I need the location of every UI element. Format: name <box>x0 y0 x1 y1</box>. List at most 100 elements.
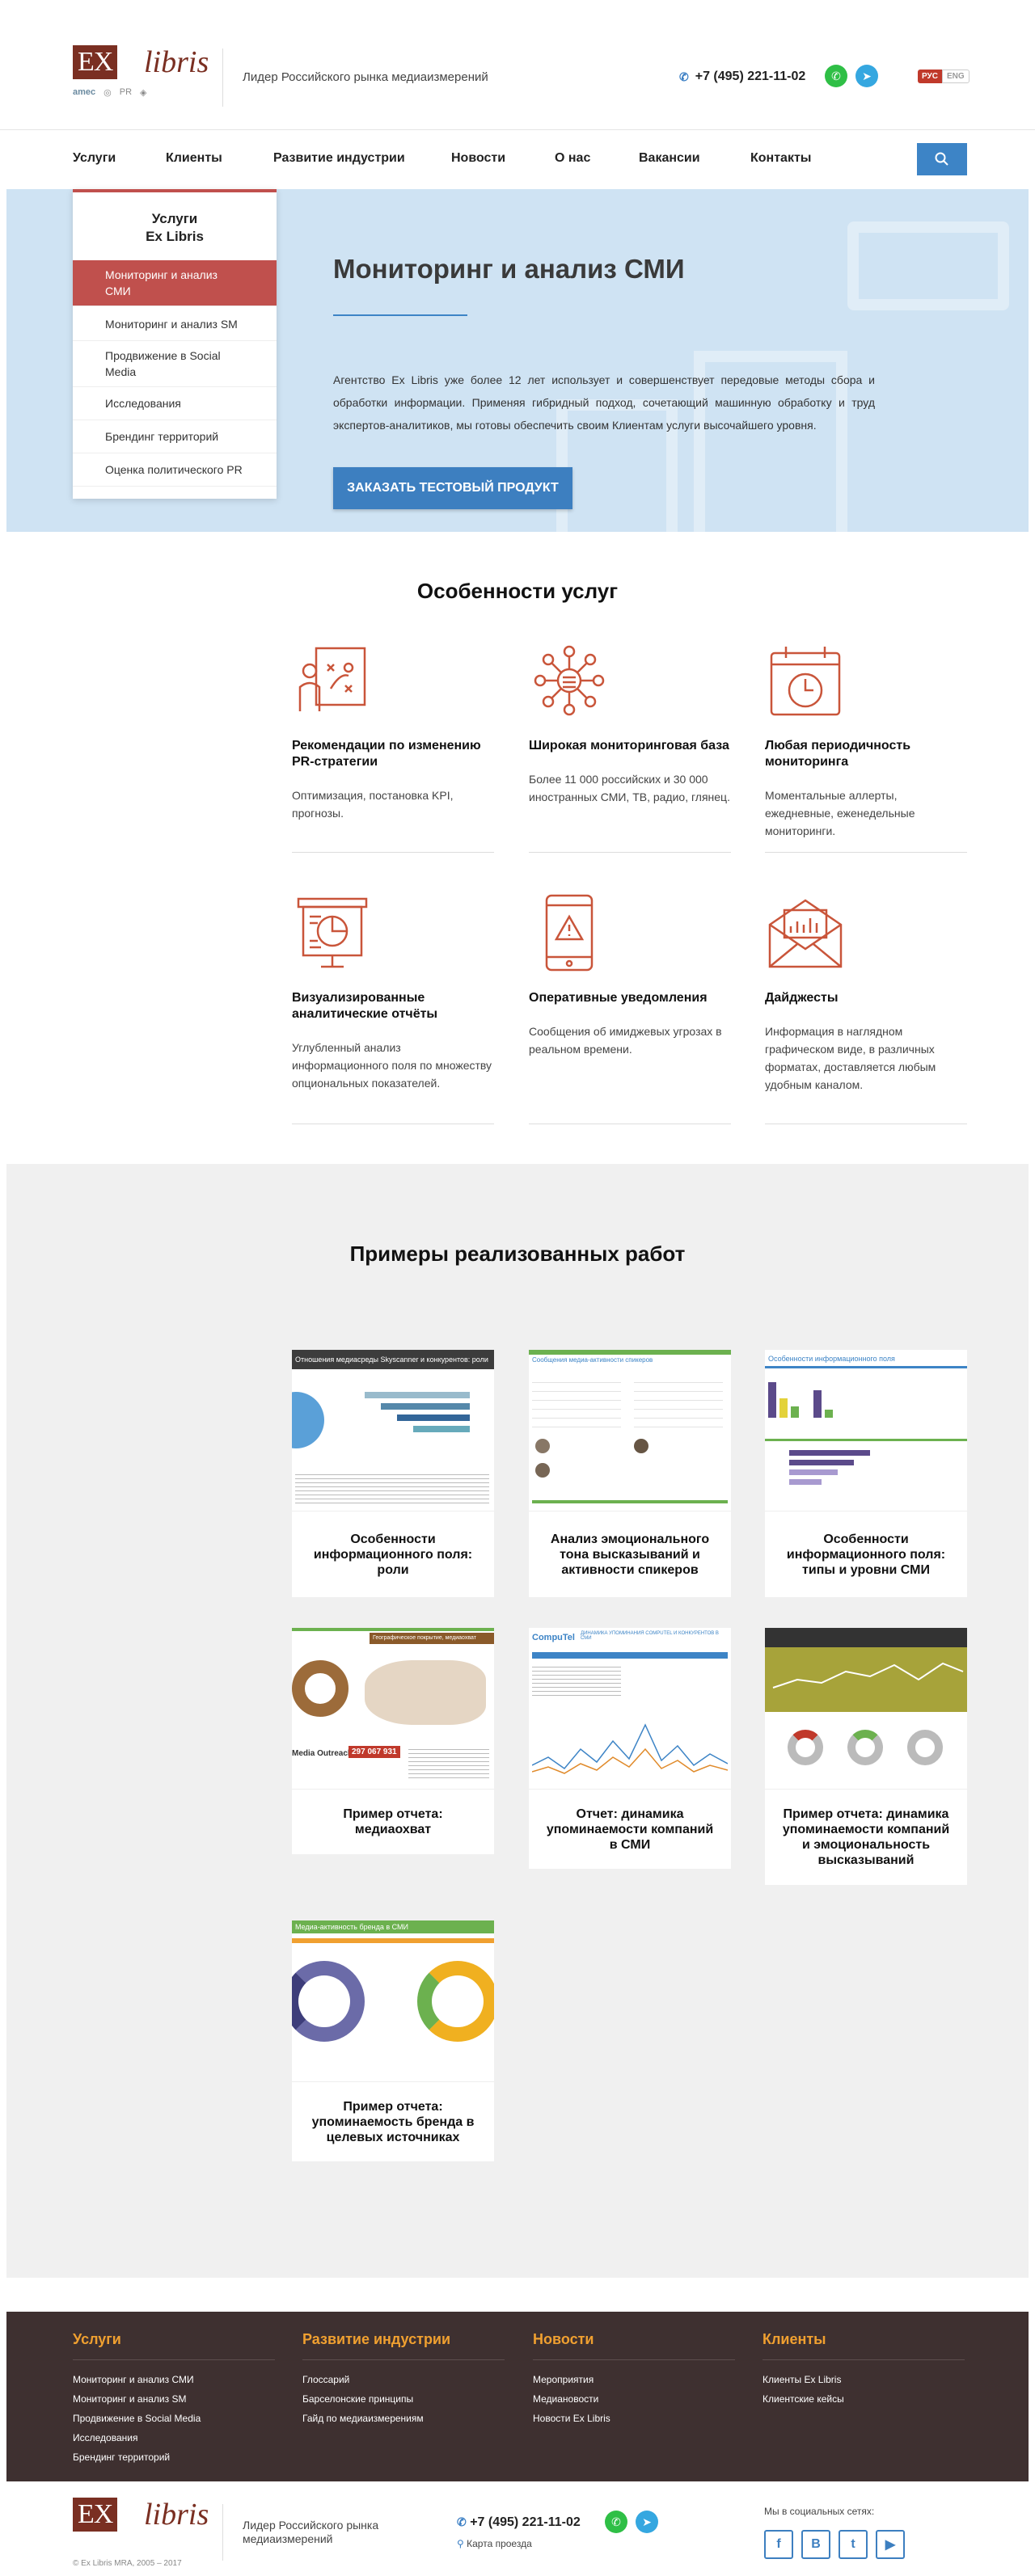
thumb-text-lines <box>532 1663 621 1696</box>
feature-title: Рекомендации по изменению PR-стратегии <box>292 739 481 769</box>
dropdown-item-branding[interactable]: Брендинг территорий <box>73 420 277 453</box>
map-label: Карта проезда <box>467 2538 532 2549</box>
work-title: Пример отчета: медиаохват <box>343 1807 443 1836</box>
thumb-header: Медиа-активность бренда в СМИ <box>292 1920 494 1933</box>
thumb-bar <box>779 1398 788 1418</box>
feature-desc: Информация в наглядном графическом виде,… <box>765 1025 936 1091</box>
thumb-brand: CompuTel <box>532 1633 575 1642</box>
nav-clients[interactable]: Клиенты <box>166 151 222 166</box>
footer-phone[interactable]: ✆ +7 (495) 221-11-02 <box>457 2515 581 2530</box>
nav-industry[interactable]: Развитие индустрии <box>273 151 405 166</box>
bottom-bar: EX libris Лидер Российского рынка медиаи… <box>0 2481 1035 2576</box>
work-card[interactable]: Отношения медиасреды Skyscanner и конкур… <box>292 1350 494 1597</box>
search-button[interactable] <box>917 143 967 175</box>
map-link[interactable]: ⚲ Карта проезда <box>457 2538 532 2549</box>
thumb-bar <box>789 1450 870 1456</box>
thumb-bar <box>789 1469 838 1475</box>
nav-services[interactable]: Услуги <box>73 151 116 166</box>
footer-col-news: Новости Мероприятия Медиановости Новости… <box>533 2331 735 2428</box>
footer-col-clients: Клиенты Клиенты Ex Libris Клиентские кей… <box>763 2331 965 2409</box>
feature-card: Широкая мониторинговая база Более 11 000… <box>529 640 731 806</box>
footer-link[interactable]: Новости Ex Libris <box>533 2409 735 2428</box>
dropdown-item-political[interactable]: Оценка политического PR <box>73 453 277 487</box>
feature-title: Визуализированные аналитические отчёты <box>292 991 438 1021</box>
header-divider <box>222 48 223 107</box>
footer-link[interactable]: Мероприятия <box>533 2370 735 2389</box>
order-test-button[interactable]: ЗАКАЗАТЬ ТЕСТОВЫЙ ПРОДУКТ <box>333 467 572 509</box>
footer-link[interactable]: Мониторинг и анализ SM <box>73 2389 275 2409</box>
footer-link[interactable]: Клиентские кейсы <box>763 2389 965 2409</box>
work-card[interactable]: Географическое покрытие, медиаохват Medi… <box>292 1628 494 1854</box>
telegram-icon[interactable]: ➤ <box>636 2511 658 2533</box>
nav-contacts[interactable]: Контакты <box>750 151 811 166</box>
feature-card: Рекомендации по изменению PR-стратегии О… <box>292 640 494 822</box>
vk-icon[interactable]: В <box>801 2530 830 2559</box>
thumb-bar <box>413 1426 470 1432</box>
work-card[interactable]: Медиа-активность бренда в СМИ Пример отч… <box>292 1920 494 2161</box>
twitter-icon[interactable]: t <box>839 2530 868 2559</box>
dropdown-item-sm[interactable]: Мониторинг и анализ SM <box>73 306 277 341</box>
works-title: Примеры реализованных работ <box>349 1242 686 1266</box>
thumb-header: ДИНАМИКА УПОМИНАНИЯ COMPUTEL И КОНКУРЕНТ… <box>581 1631 719 1641</box>
footer-link[interactable]: Барселонские принципы <box>302 2389 505 2409</box>
footer-tagline: Лидер Российского рынка медиаизмерений <box>243 2519 379 2545</box>
logo[interactable]: EX libris amec ◎ PR ◈ <box>73 45 209 110</box>
hero-underline <box>333 314 467 316</box>
work-card[interactable]: Сообщения медиа-активности спикеров Анал… <box>529 1350 731 1597</box>
nav-vacancies[interactable]: Вакансии <box>639 151 700 166</box>
thumb-text-lines <box>295 1471 489 1503</box>
page: EX libris amec ◎ PR ◈ Лидер Российского … <box>0 0 1035 2576</box>
nav-about[interactable]: О нас <box>555 151 590 166</box>
thumb-brand: Media Outreach <box>292 1749 353 1758</box>
phone-icon: ✆ <box>679 70 689 83</box>
strategy-icon <box>298 647 366 711</box>
footer-logo[interactable]: EX libris <box>73 2498 209 2562</box>
work-card[interactable]: Особенности информационного поля Особенн… <box>765 1350 967 1597</box>
footer-link[interactable]: Клиенты Ex Libris <box>763 2370 965 2389</box>
work-card[interactable]: Пример отчета: динамика упоминаемости ко… <box>765 1628 967 1885</box>
search-icon <box>935 152 948 166</box>
header: EX libris amec ◎ PR ◈ Лидер Российского … <box>0 0 1035 129</box>
footer-col-title[interactable]: Клиенты <box>763 2331 965 2348</box>
lang-en[interactable]: ENG <box>941 70 970 83</box>
footer-link[interactable]: Гайд по медиаизмерениям <box>302 2409 505 2428</box>
work-card[interactable]: CompuTel ДИНАМИКА УПОМИНАНИЯ COMPUTEL И … <box>529 1628 731 1869</box>
services-dropdown: Услуги Ex Libris Мониторинг и анализ СМИ… <box>73 189 277 499</box>
feature-divider <box>765 852 967 853</box>
amec-logo: amec <box>73 87 96 97</box>
dropdown-item-social[interactable]: Продвижение в Social Media <box>73 341 277 387</box>
header-phone[interactable]: ✆ +7 (495) 221-11-02 <box>679 70 805 84</box>
thumb-map <box>365 1660 486 1725</box>
footer-link[interactable]: Продвижение в Social Media <box>73 2409 275 2428</box>
whatsapp-icon[interactable]: ✆ <box>825 65 847 87</box>
whatsapp-icon[interactable]: ✆ <box>605 2511 627 2533</box>
main-nav: Услуги Клиенты Развитие индустрии Новост… <box>0 129 1035 188</box>
footer-link[interactable]: Исследования <box>73 2428 275 2447</box>
footer-col-title[interactable]: Новости <box>533 2331 735 2348</box>
facebook-icon[interactable]: f <box>764 2530 793 2559</box>
logo-partners: amec ◎ PR ◈ <box>73 87 147 98</box>
footer-col-title[interactable]: Услуги <box>73 2331 275 2348</box>
emblem-icon: ◎ <box>104 88 112 98</box>
lang-ru[interactable]: РУС <box>918 70 942 83</box>
dropdown-item-media[interactable]: Мониторинг и анализ СМИ <box>73 260 277 306</box>
thumb-bar <box>791 1406 799 1418</box>
footer-link[interactable]: Мониторинг и анализ СМИ <box>73 2370 275 2389</box>
emblem2-icon: ◈ <box>140 88 147 98</box>
footer-col-title[interactable]: Развитие индустрии <box>302 2331 505 2348</box>
thumb-avatar <box>634 1439 648 1453</box>
footer-link[interactable]: Медиановости <box>533 2389 735 2409</box>
telegram-icon[interactable]: ➤ <box>855 65 878 87</box>
footer-col-industry: Развитие индустрии Глоссарий Барселонски… <box>302 2331 505 2428</box>
nav-news[interactable]: Новости <box>451 151 505 166</box>
footer-link[interactable]: Брендинг территорий <box>73 2447 275 2467</box>
youtube-icon[interactable]: ▶ <box>876 2530 905 2559</box>
footer-link[interactable]: Глоссарий <box>302 2370 505 2389</box>
feature-title: Широкая мониторинговая база <box>529 739 729 753</box>
logo-libris: libris <box>144 2498 209 2532</box>
thumb-donut <box>417 1961 494 2042</box>
thumb-stripe <box>292 1938 494 1943</box>
features-title: Особенности услуг <box>416 579 619 603</box>
dropdown-item-research[interactable]: Исследования <box>73 387 277 420</box>
footer-col-services: Услуги Мониторинг и анализ СМИ Мониторин… <box>73 2331 275 2467</box>
